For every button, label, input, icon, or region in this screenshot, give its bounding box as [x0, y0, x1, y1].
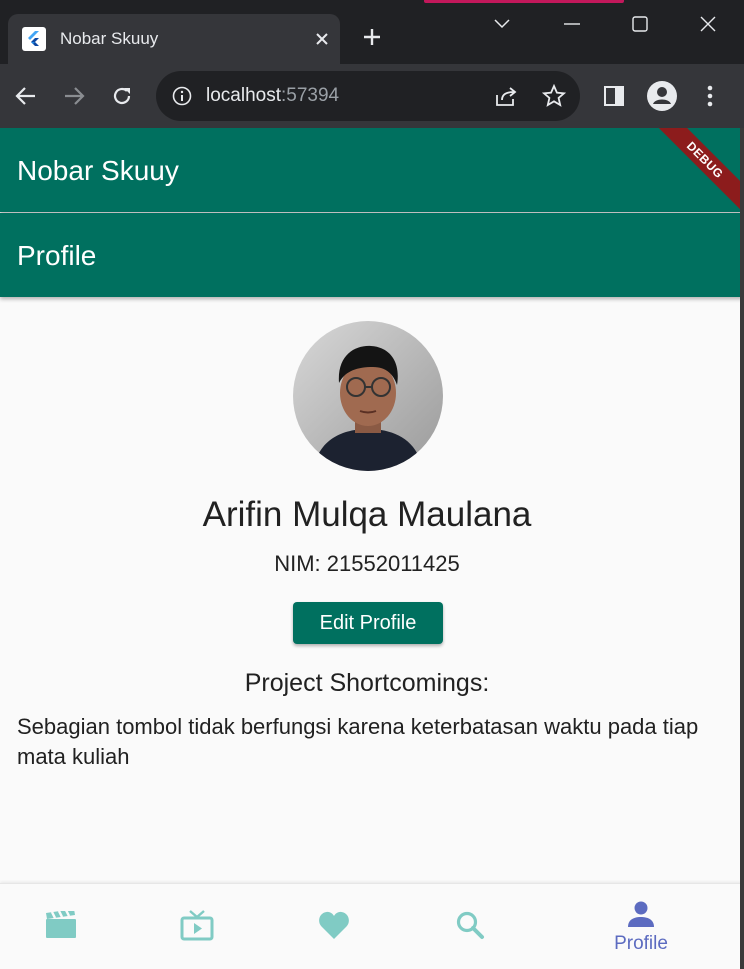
movie-icon [45, 908, 77, 944]
app-bar: Nobar Skuuy [0, 128, 744, 212]
url-text: localhost:57394 [206, 85, 340, 106]
forward-icon[interactable] [58, 80, 90, 112]
side-panel-icon[interactable] [598, 80, 630, 112]
profile-name: Arifin Mulqa Maulana [202, 495, 532, 534]
tab-title: Nobar Skuuy [60, 29, 159, 48]
shortcomings-heading: Project Shortcomings: [244, 669, 490, 697]
avatar [293, 321, 443, 471]
edit-profile-button[interactable]: Edit Profile [293, 602, 443, 644]
profile-nim: NIM: 21552011425 [274, 551, 460, 576]
window-edge [740, 128, 744, 969]
address-bar[interactable]: localhost:57394 [156, 71, 580, 121]
share-icon[interactable] [494, 85, 518, 112]
person-icon [627, 900, 655, 933]
flutter-favicon-icon [22, 27, 46, 51]
chevron-down-icon[interactable] [478, 10, 526, 38]
nav-item-favorites[interactable] [260, 884, 408, 969]
nav-label-profile: Profile [614, 932, 668, 954]
tv-icon [180, 909, 214, 946]
kebab-menu-icon[interactable] [694, 80, 726, 112]
plus-icon[interactable] [356, 22, 388, 54]
reload-icon[interactable] [106, 80, 138, 112]
window-close-icon[interactable] [684, 10, 732, 38]
page-header: Profile [0, 213, 744, 297]
browser-tab[interactable]: Nobar Skuuy [8, 14, 340, 64]
tab-group-indicator [424, 0, 624, 3]
maximize-icon[interactable] [616, 10, 664, 38]
tab-strip: Nobar Skuuy [0, 0, 744, 64]
shortcomings-text: Sebagian tombol tidak berfungsi karena k… [17, 714, 699, 769]
app-title: Nobar Skuuy [17, 155, 179, 186]
nav-item-search[interactable] [396, 884, 544, 969]
heart-icon [318, 910, 350, 945]
search-icon [455, 910, 485, 945]
browser-window: Nobar Skuuy localhost:57394 Nobar Skuuy … [0, 0, 744, 969]
app-viewport: Nobar Skuuy DEBUG Profile Arifin Mulqa M… [0, 128, 744, 969]
nav-item-movies[interactable] [0, 884, 135, 969]
nav-item-tv[interactable] [123, 884, 271, 969]
minimize-icon[interactable] [548, 10, 596, 38]
close-icon[interactable] [304, 28, 340, 50]
star-icon[interactable] [541, 83, 567, 113]
bottom-navigation-bar: Profile [0, 883, 744, 969]
page-title: Profile [17, 240, 97, 271]
info-icon[interactable] [172, 86, 192, 111]
back-icon[interactable] [10, 80, 42, 112]
browser-toolbar: localhost:57394 [0, 64, 744, 128]
profile-icon[interactable] [646, 80, 678, 112]
nav-item-profile[interactable]: Profile [567, 884, 715, 969]
